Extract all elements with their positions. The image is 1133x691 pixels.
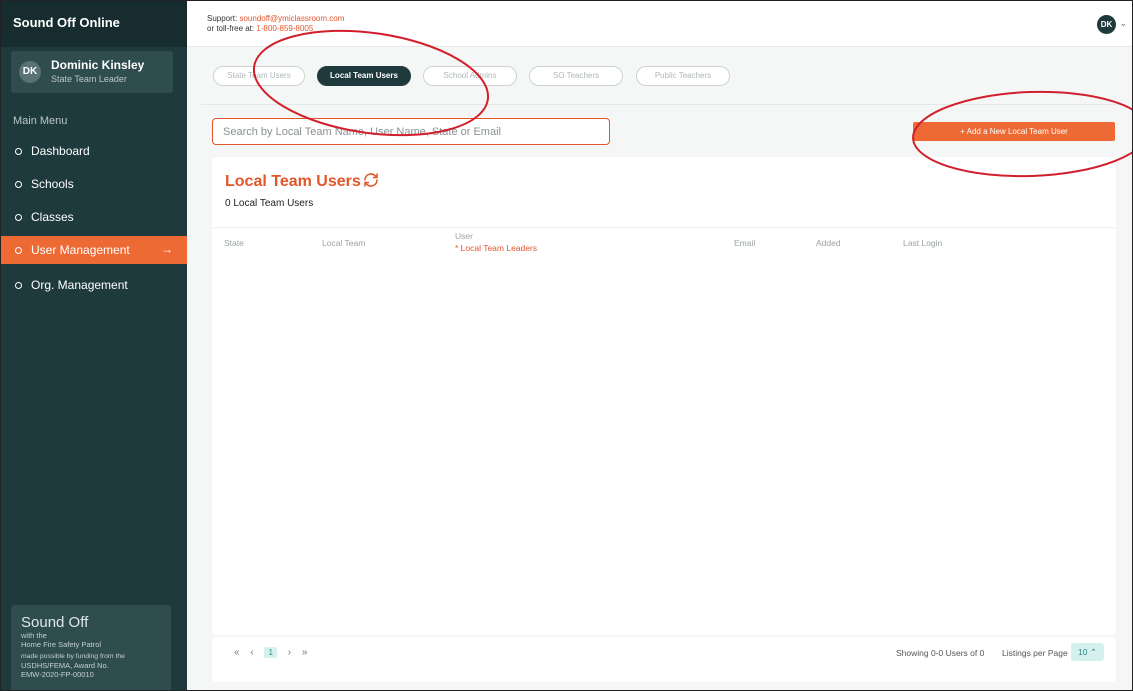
sidebar-item-label: Schools xyxy=(31,177,74,191)
tab-so-teachers[interactable]: SO Teachers xyxy=(529,66,623,86)
add-local-team-user-button[interactable]: + Add a New Local Team User xyxy=(913,122,1115,141)
per-page-value: 10 xyxy=(1078,647,1088,657)
first-page-button[interactable]: « xyxy=(234,647,240,658)
support-info: Support: soundoff@ymiclassroom.com or to… xyxy=(207,14,344,34)
sidebar-item-user-management[interactable]: User Management → xyxy=(1,236,187,264)
showing-count: Showing 0-0 Users of 0 xyxy=(896,648,985,658)
bullet-icon xyxy=(15,247,22,254)
next-page-button[interactable]: › xyxy=(288,647,291,658)
sidebar-item-label: Classes xyxy=(31,210,74,224)
sidebar-item-label: Dashboard xyxy=(31,144,90,158)
user-role: State Team Leader xyxy=(51,74,127,84)
sidebar-item-label: User Management xyxy=(31,243,130,257)
table-header: State Local Team User * Local Team Leade… xyxy=(212,227,1116,253)
chevron-up-icon: ⌃ xyxy=(1089,647,1097,657)
promo-line: with the xyxy=(21,631,47,640)
promo-funding: USDHS/FEMA, Award No. xyxy=(21,661,109,670)
promo-line: Home Fire Safety Patrol xyxy=(21,640,102,649)
sidebar-item-org-management[interactable]: Org. Management xyxy=(1,271,187,299)
bullet-icon xyxy=(15,181,22,188)
bullet-icon xyxy=(15,282,22,289)
tab-public-teachers[interactable]: Public Teachers xyxy=(636,66,730,86)
per-page-select[interactable]: 10 ⌃ xyxy=(1071,643,1104,661)
support-email-link[interactable]: soundoff@ymiclassroom.com xyxy=(239,14,344,23)
last-page-button[interactable]: » xyxy=(302,647,308,658)
page-number-button[interactable]: 1 xyxy=(264,647,277,658)
refresh-icon[interactable] xyxy=(362,171,380,189)
column-header-email[interactable]: Email xyxy=(734,238,755,248)
bullet-icon xyxy=(15,148,22,155)
sidebar-item-label: Org. Management xyxy=(31,278,128,292)
section-divider xyxy=(201,104,1126,105)
promo-award: EMW-2020-FP-00010 xyxy=(21,670,94,679)
column-header-local-team[interactable]: Local Team xyxy=(322,238,365,248)
sidebar-item-classes[interactable]: Classes xyxy=(1,203,187,231)
brand-title: Sound Off Online xyxy=(1,1,187,47)
page-title: Local Team Users xyxy=(225,173,361,190)
sidebar: Sound Off Online DK Dominic Kinsley Stat… xyxy=(1,1,187,690)
user-profile-card[interactable]: DK Dominic Kinsley State Team Leader xyxy=(11,51,173,93)
account-avatar[interactable]: DK xyxy=(1097,15,1116,34)
pagination-bar: « ‹ 1 › » Showing 0-0 Users of 0 Listing… xyxy=(212,637,1116,682)
column-header-state[interactable]: State xyxy=(224,238,244,248)
tab-state-team-users[interactable]: State Team Users xyxy=(213,66,305,86)
local-team-leaders-note: * Local Team Leaders xyxy=(455,243,538,253)
pager: « ‹ 1 › » xyxy=(234,647,315,658)
tab-school-admins[interactable]: School Admins xyxy=(423,66,517,86)
listings-per-page-label: Listings per Page xyxy=(1002,648,1068,658)
sidebar-item-dashboard[interactable]: Dashboard xyxy=(1,137,187,165)
app-window: Sound Off Online DK Dominic Kinsley Stat… xyxy=(0,0,1133,691)
support-label: Support: xyxy=(207,14,238,23)
main-menu-label: Main Menu xyxy=(13,115,68,127)
column-header-user-note: * Local Team Leaders xyxy=(455,243,537,253)
user-count: 0 Local Team Users xyxy=(225,198,314,209)
promo-title: Sound Off xyxy=(21,614,89,631)
user-name: Dominic Kinsley xyxy=(51,58,145,72)
tollfree-number-link[interactable]: 1-800-859-8005 xyxy=(256,24,313,33)
avatar: DK xyxy=(19,61,41,83)
tab-local-team-users[interactable]: Local Team Users xyxy=(317,66,411,86)
tollfree-label: or toll-free at: xyxy=(207,24,255,33)
promo-funding: made possible by funding from the xyxy=(21,653,125,660)
users-card: Local Team Users 0 Local Team Users Stat… xyxy=(212,157,1116,635)
chevron-down-icon[interactable]: ⌄ xyxy=(1119,18,1127,29)
bullet-icon xyxy=(15,214,22,221)
arrow-right-icon: → xyxy=(161,242,173,256)
search-input[interactable] xyxy=(212,118,610,145)
column-header-last-login[interactable]: Last Login xyxy=(903,238,942,248)
column-header-added[interactable]: Added xyxy=(816,238,841,248)
sidebar-item-schools[interactable]: Schools xyxy=(1,170,187,198)
top-bar: Support: soundoff@ymiclassroom.com or to… xyxy=(187,1,1132,47)
sponsor-promo: Sound Off with the Home Fire Safety Patr… xyxy=(11,605,171,690)
column-header-user[interactable]: User xyxy=(455,231,473,241)
prev-page-button[interactable]: ‹ xyxy=(250,647,253,658)
